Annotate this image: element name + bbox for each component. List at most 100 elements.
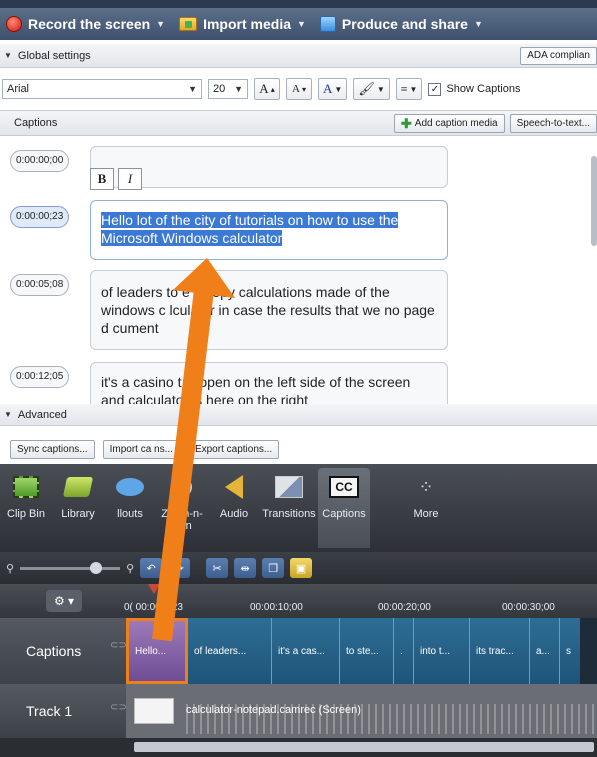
ada-compliant-button[interactable]: ADA complian	[520, 47, 597, 65]
tab-zoom-n-pan[interactable]: Zoom-n- Pan	[156, 472, 208, 532]
tab-transitions[interactable]: Transitions	[260, 472, 318, 520]
italic-button[interactable]: I	[118, 168, 142, 190]
ruler-label: 00:00:10;00	[250, 602, 303, 613]
caption-clip[interactable]: its trac...	[470, 618, 530, 684]
caption-clip[interactable]: into t...	[414, 618, 470, 684]
align-left-icon: ≡	[400, 81, 408, 96]
timeline-scrollbar[interactable]	[0, 738, 597, 757]
timeline-scrollbar-thumb[interactable]	[134, 742, 594, 752]
font-settings-row: Arial ▼ 20 ▼ A ▴ A ▾ A ▼ 🖌 ▼ ≡ ▼ ✓ Show Capti…	[0, 74, 597, 104]
caption-clip[interactable]: it's a cas...	[272, 618, 340, 684]
chevron-down-icon: ▼	[156, 19, 166, 29]
caption-text-box-active[interactable]: Hello lot of the city of tutorials on ho…	[90, 200, 448, 260]
caption-clip[interactable]: .	[394, 618, 414, 684]
magnifier-icon	[167, 472, 197, 502]
shrink-font-button[interactable]: A ▾	[286, 78, 312, 100]
tab-label: More	[413, 508, 439, 520]
redo-button[interactable]: ↷	[168, 558, 191, 578]
add-caption-media-button[interactable]: ✚ Add caption media	[393, 114, 505, 133]
folder-icon	[179, 17, 198, 31]
chevron-down-icon: ▼	[188, 84, 197, 94]
transitions-icon	[274, 472, 304, 502]
copy-button[interactable]: ❐	[262, 558, 285, 578]
advanced-title: Advanced	[17, 408, 67, 421]
tab-more[interactable]: ⁘ More	[400, 472, 452, 521]
captions-title: Captions	[14, 117, 58, 129]
cc-icon: CC	[329, 476, 359, 498]
grow-font-button[interactable]: A ▴	[254, 78, 280, 100]
import-media-button[interactable]: Import media ▼	[179, 16, 306, 32]
alignment-button[interactable]: ≡ ▼	[395, 78, 423, 100]
timeline-ruler[interactable]: ⚙ ▾ 0( 00:00 0;23 00:00:10;00 00:00:20;0…	[0, 584, 597, 618]
caption-timestamp[interactable]: 0:00:05;08	[10, 274, 70, 296]
font-family-value: Arial	[7, 83, 30, 95]
cc-icon-wrap: CC	[329, 472, 359, 502]
tab-audio[interactable]: Audio	[208, 472, 260, 520]
grow-font-label: A	[259, 81, 269, 96]
ruler-label: 00:00:30;00	[502, 602, 555, 613]
zoom-in-icon[interactable]: ⚲	[126, 562, 134, 575]
bold-button[interactable]: B	[90, 168, 114, 190]
caption-clip[interactable]: to ste...	[340, 618, 394, 684]
caption-clips: Hello... of leaders... it's a cas... to …	[126, 618, 597, 684]
font-color-button[interactable]: A ▼	[318, 78, 348, 100]
record-screen-button[interactable]: Record the screen ▼	[6, 16, 165, 32]
playhead-marker[interactable]	[148, 584, 160, 594]
font-size-value: 20	[213, 83, 226, 95]
chevron-down-icon: ▼	[473, 19, 483, 29]
shrink-font-label: A	[292, 83, 300, 95]
track-name: Captions	[26, 643, 82, 659]
speech-to-text-button[interactable]: Speech-to-text...	[509, 114, 597, 133]
tab-captions[interactable]: CC Captions	[318, 468, 370, 548]
zoom-slider[interactable]	[20, 561, 121, 574]
chevron-down-icon: ▼	[234, 84, 243, 94]
cut-button[interactable]: ✂	[206, 558, 229, 578]
caption-timestamp[interactable]: 0:00:00;00	[10, 150, 70, 172]
tab-label: Transitions	[262, 508, 316, 520]
zoom-slider-knob[interactable]	[90, 561, 103, 574]
caption-timestamp-active[interactable]: 0:00:00;23	[10, 206, 70, 228]
media-clip[interactable]: calculator-notepad.camrec (Screen)	[126, 684, 597, 738]
paste-button[interactable]: ▣	[290, 558, 313, 578]
tab-library[interactable]: Library	[52, 472, 104, 520]
caption-text-box[interactable]: it's a casino t is open on the left side…	[90, 362, 448, 404]
import-captions-button[interactable]: Import ca ns...	[102, 440, 180, 459]
tab-label: Captions	[322, 508, 366, 520]
caption-text-box[interactable]: of leaders to e a copy calculations made…	[90, 270, 448, 350]
show-captions-toggle[interactable]: ✓ Show Captions	[428, 82, 520, 96]
export-captions-button[interactable]: Export captions...	[187, 440, 280, 459]
lock-icon[interactable]: ⊂⊃	[110, 640, 127, 651]
produce-share-button[interactable]: Produce and share ▼	[319, 16, 483, 32]
track-label: Captions ⊂⊃	[0, 618, 127, 684]
checkbox-checked-icon[interactable]: ✓	[428, 82, 442, 96]
captions-track: Captions ⊂⊃ Hello... of leaders... it's …	[0, 618, 597, 684]
tab-clip-bin[interactable]: Clip Bin	[0, 472, 52, 520]
sync-captions-button[interactable]: Sync captions...	[10, 440, 95, 459]
record-icon	[6, 16, 22, 32]
track-settings-button[interactable]: ⚙ ▾	[46, 590, 82, 612]
tab-label: Clip Bin	[7, 508, 45, 520]
global-settings-header[interactable]: ▼ Global settings ADA complian	[0, 44, 597, 68]
caption-clip[interactable]: of leaders...	[188, 618, 272, 684]
zoom-out-icon[interactable]: ⚲	[6, 562, 14, 575]
timeline-toolbar: ⚲ ⚲ ↶ ↷ ✂ ⇹ ❐ ▣	[0, 552, 597, 584]
caption-clip[interactable]: a...	[530, 618, 560, 684]
lock-icon[interactable]: ⊂⊃	[110, 702, 127, 713]
tab-callouts[interactable]: llouts	[104, 472, 156, 520]
caption-clip-selected[interactable]: Hello...	[126, 618, 188, 684]
track-name: Track 1	[26, 703, 73, 719]
media-clip-label: calculator-notepad.camrec (Screen)	[186, 704, 361, 716]
tab-label: llouts	[117, 508, 143, 520]
caption-clip[interactable]: s	[560, 618, 580, 684]
font-family-select[interactable]: Arial ▼	[2, 79, 202, 99]
caption-list-scrollbar[interactable]	[591, 156, 597, 246]
caption-text-box[interactable]	[90, 146, 448, 188]
fill-color-button[interactable]: 🖌 ▼	[353, 78, 390, 100]
split-button[interactable]: ⇹	[234, 558, 257, 578]
font-size-select[interactable]: 20 ▼	[208, 79, 248, 99]
produce-label: Produce and share	[341, 16, 468, 32]
undo-button[interactable]: ↶	[140, 558, 163, 578]
caption-timestamp[interactable]: 0:00:12;05	[10, 366, 70, 388]
format-toolbar: B I	[90, 168, 142, 190]
advanced-header[interactable]: ▼ Advanced	[0, 404, 597, 426]
